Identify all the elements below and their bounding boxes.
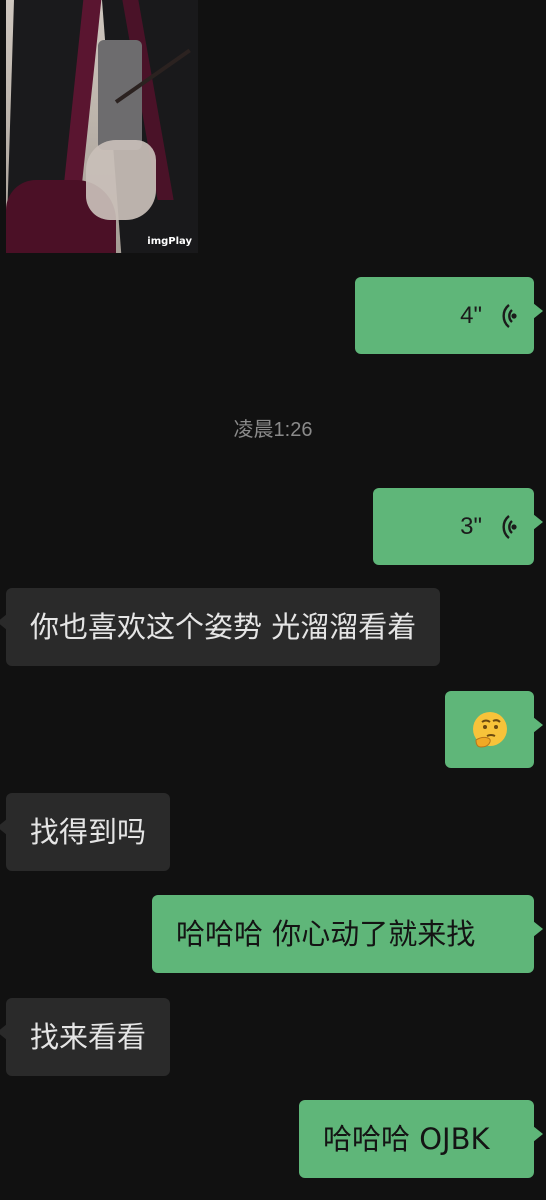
outgoing-message[interactable]: 哈哈哈 OJBK <box>299 1100 543 1178</box>
incoming-message[interactable]: 你也喜欢这个姿势 光溜溜看着 <box>0 588 441 666</box>
message-text: 哈哈哈 你心动了就来找 <box>176 916 476 951</box>
message-text: 找来看看 <box>30 1019 147 1054</box>
shirt <box>98 40 142 150</box>
thinking-face-icon <box>472 711 507 748</box>
voice-message[interactable]: 4" <box>355 277 543 354</box>
emoji-message[interactable] <box>445 691 543 768</box>
message-text: 找得到吗 <box>30 814 147 849</box>
incoming-message[interactable]: 找来看看 <box>0 998 171 1076</box>
hands <box>86 140 156 220</box>
incoming-message[interactable]: 找得到吗 <box>0 793 171 871</box>
message-text: 你也喜欢这个姿势 光溜溜看着 <box>30 609 417 644</box>
voice-message[interactable]: 3" <box>373 488 543 565</box>
voice-wave-icon <box>502 514 517 539</box>
chat-view: imgPlay 4" 凌晨1:26 3" 你也喜欢这个姿势 光溜溜看着 找得到吗… <box>0 0 546 1200</box>
voice-duration: 3" <box>460 512 482 540</box>
gif-message[interactable]: imgPlay <box>6 0 198 253</box>
voice-duration: 4" <box>460 301 482 329</box>
message-text: 哈哈哈 OJBK <box>323 1121 490 1156</box>
outgoing-message[interactable]: 哈哈哈 你心动了就来找 <box>152 895 543 973</box>
voice-wave-icon <box>502 303 517 328</box>
imgplay-watermark: imgPlay <box>147 236 192 247</box>
timestamp: 凌晨1:26 <box>233 419 313 441</box>
